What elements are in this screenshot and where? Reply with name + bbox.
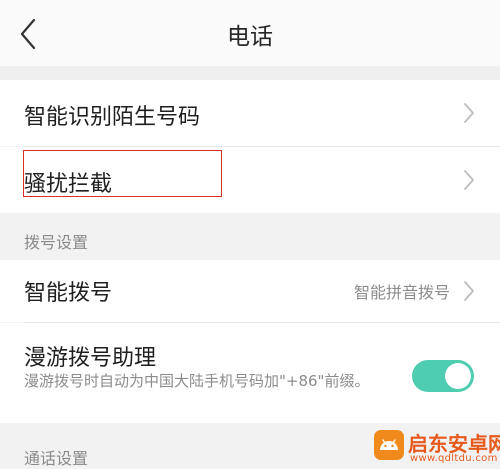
section-gap (0, 66, 500, 80)
harassment-block-row[interactable]: 骚扰拦截 (0, 147, 500, 213)
smart-identify-row[interactable]: 智能识别陌生号码 (0, 80, 500, 146)
chevron-right-icon (464, 281, 474, 301)
smart-dial-value: 智能拼音拨号 (353, 283, 450, 302)
smart-dial-label: 智能拨号 (24, 281, 113, 306)
dial-settings-header: 拨号设置 (0, 213, 500, 260)
android-icon (380, 439, 398, 450)
title-bar: 电话 (0, 0, 500, 66)
section-label: 拨号设置 (24, 233, 89, 252)
harassment-block-label: 骚扰拦截 (24, 172, 113, 197)
section-label: 通话设置 (24, 449, 89, 468)
smart-dial-row[interactable]: 智能拨号 智能拼音拨号 (0, 260, 500, 322)
toggle-knob (445, 363, 471, 389)
chevron-right-icon (464, 170, 474, 190)
watermark-url: www.qdltdu.com (410, 453, 498, 464)
chevron-right-icon (464, 103, 474, 123)
page-title: 电话 (227, 24, 273, 50)
smart-identify-label: 智能识别陌生号码 (24, 105, 201, 130)
roaming-assistant-description: 漫游拨号时自动为中国大陆手机号码加"+86"前缀。 (24, 372, 370, 390)
roaming-assistant-label: 漫游拨号助理 (24, 346, 157, 371)
watermark-logo (374, 430, 404, 460)
roaming-assistant-toggle[interactable] (412, 360, 474, 392)
